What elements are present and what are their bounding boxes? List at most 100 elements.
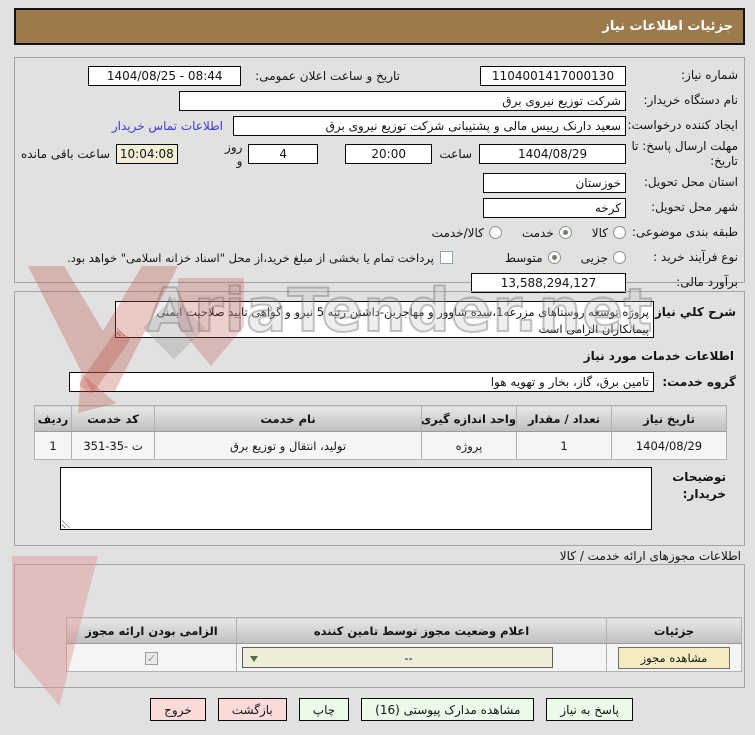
cell-service-code: 351-35- ت (71, 431, 155, 460)
print-button[interactable]: چاپ (298, 698, 350, 721)
radio-goods-service-icon[interactable] (488, 226, 502, 239)
exit-button[interactable]: خروج (150, 698, 206, 721)
service-group-label: گروه خدمت: (662, 375, 736, 389)
radio-service-label: خدمت (521, 225, 554, 240)
province-field[interactable]: خوزستان (483, 172, 626, 193)
license-required-checkbox[interactable]: ✓ (145, 651, 158, 665)
announce-datetime-field[interactable]: 1404/08/25 - 08:44 (88, 65, 242, 86)
col-license-status: اعلام وضعیت مجوز توسط تامین کننده (236, 617, 607, 644)
licenses-table-row: مشاهده مجوز -- ✓ (66, 643, 742, 672)
cell-need-date: 1404/08/29 (611, 431, 727, 460)
licenses-panel: جزئیات اعلام وضعیت مجوز توسط تامین کننده… (14, 564, 745, 688)
cell-license-status: -- (236, 643, 607, 672)
licenses-section-title: اطلاعات مجوزهای ارائه خدمت / کالا (559, 549, 741, 563)
page-title: جزئیات اطلاعات نیاز (14, 8, 745, 45)
announce-datetime-label: تاریخ و ساعت اعلان عمومی: (255, 68, 400, 83)
services-table: تاریخ نیاز تعداد / مقدار واحد اندازه گیر… (34, 405, 727, 460)
city-row: شهر محل تحویل: کرخه (21, 196, 738, 219)
col-service-code: کد خدمت (71, 405, 155, 432)
process-type-label: نوع فرآیند خرید : (653, 250, 738, 264)
province-label: استان محل تحویل: (643, 175, 738, 189)
city-label: شهر محل تحویل: (651, 200, 738, 214)
radio-option-minor[interactable]: جزیی (581, 251, 626, 265)
need-number-row: شماره نیاز: 1104001417000130 تاریخ و ساع… (21, 64, 738, 87)
estimate-label: برآورد مالی: (676, 275, 738, 289)
classification-row: طبقه بندی موضوعی: کالا خدمت کالا/خدمت (21, 221, 738, 244)
process-type-row: نوع فرآیند خرید : جزیی متوسط پرداخت تمام… (21, 246, 738, 269)
resize-grip-icon[interactable] (62, 519, 71, 528)
need-description-label: شرح کلي نیاز: (650, 305, 736, 319)
deadline-label: مهلت ارسال پاسخ: تا تاریخ: (631, 139, 738, 168)
action-bar: پاسخ به نیاز مشاهده مدارک پیوستی (16) چا… (150, 698, 633, 721)
cell-details: مشاهده مجوز (606, 643, 742, 672)
view-license-button[interactable]: مشاهده مجوز (618, 646, 730, 669)
deadline-hour-label: ساعت (439, 147, 473, 161)
radio-option-goods[interactable]: کالا (592, 226, 626, 240)
radio-medium-icon[interactable] (547, 251, 561, 264)
need-description-textarea[interactable]: پروژه توسعه روستاهای مزرعه1،سده شاوور و … (115, 301, 654, 338)
treasury-note: پرداخت تمام یا بخشی از مبلغ خرید،از محل … (67, 250, 434, 265)
need-info-panel: شماره نیاز: 1104001417000130 تاریخ و ساع… (14, 57, 745, 293)
creator-field[interactable]: سعید دارنک رییس مالی و پشتیبانی شرکت توز… (233, 115, 626, 136)
licenses-table-header: جزئیات اعلام وضعیت مجوز توسط تامین کننده… (66, 617, 742, 644)
estimate-field[interactable]: 13,588,294,127 (471, 272, 626, 293)
radio-option-service[interactable]: خدمت (522, 226, 572, 240)
radio-option-medium[interactable]: متوسط (505, 251, 561, 265)
buyer-notes-row: توضیحات خریدار: (19, 467, 726, 530)
service-group-row: گروه خدمت: تامین برق، گاز، بخار و تهویه … (19, 372, 736, 392)
deadline-row: مهلت ارسال پاسخ: تا تاریخ: 1404/08/29 سا… (21, 139, 738, 169)
license-status-value: -- (404, 650, 413, 665)
buyer-name-label: نام دستگاه خریدار: (643, 93, 739, 107)
buyer-name-row: نام دستگاه خریدار: شرکت توزیع نیروی برق (21, 89, 738, 112)
radio-minor-label: جزیی (580, 250, 608, 265)
col-quantity: تعداد / مقدار (516, 405, 612, 432)
radio-option-goods-service[interactable]: کالا/خدمت (432, 226, 502, 240)
radio-service-icon[interactable] (558, 226, 572, 239)
deadline-date-field[interactable]: 1404/08/29 (479, 144, 626, 164)
col-details: جزئیات (606, 617, 742, 644)
page: { "watermark": { "text": "AriaTender.net… (0, 0, 755, 735)
cell-license-required: ✓ (66, 643, 237, 672)
services-table-header: تاریخ نیاز تعداد / مقدار واحد اندازه گیر… (34, 405, 727, 432)
services-table-row: 1404/08/29 1 پروژه تولید، انتقال و توزیع… (34, 431, 727, 460)
buyer-notes-textarea[interactable] (60, 467, 652, 530)
creator-label: ایجاد کننده درخواست: (627, 118, 738, 132)
chevron-down-icon (250, 655, 258, 666)
creator-row: ایجاد کننده درخواست: سعید دارنک رییس مال… (21, 114, 738, 137)
license-status-select[interactable]: -- (242, 647, 553, 668)
cell-quantity: 1 (516, 431, 612, 460)
services-panel: شرح کلي نیاز: پروژه توسعه روستاهای مزرعه… (14, 291, 745, 546)
cell-unit: پروژه (421, 431, 517, 460)
province-row: استان محل تحویل: خوزستان (21, 171, 738, 194)
need-description-row: شرح کلي نیاز: پروژه توسعه روستاهای مزرعه… (19, 301, 736, 338)
col-service-name: نام خدمت (154, 405, 422, 432)
remaining-time-label: ساعت باقی مانده (21, 147, 111, 161)
deadline-time-field[interactable]: 20:00 (344, 144, 433, 164)
back-button[interactable]: بازگشت (217, 698, 287, 721)
cell-service-name: تولید، انتقال و توزیع برق (154, 431, 422, 460)
radio-minor-icon[interactable] (613, 251, 626, 264)
remaining-days-field[interactable]: 4 (248, 144, 318, 164)
page-title-text: جزئیات اطلاعات نیاز (602, 19, 733, 34)
view-attachments-button[interactable]: مشاهده مدارک پیوستی (16) (361, 698, 535, 721)
need-description-text: پروژه توسعه روستاهای مزرعه1،سده شاوور و … (156, 305, 649, 337)
services-section-title: اطلاعات خدمات مورد نیاز (583, 349, 734, 363)
radio-medium-label: متوسط (504, 250, 543, 265)
need-number-label: شماره نیاز: (681, 68, 738, 82)
cell-row-number: 1 (34, 431, 72, 460)
remaining-time-field[interactable]: 10:04:08 (116, 144, 178, 164)
radio-goods-icon[interactable] (613, 226, 626, 239)
respond-button[interactable]: پاسخ به نیاز (546, 698, 633, 721)
classification-label: طبقه بندی موضوعی: (631, 225, 738, 239)
buyer-name-field[interactable]: شرکت توزیع نیروی برق (179, 90, 626, 111)
buyer-contact-link[interactable]: اطلاعات تماس خریدار (112, 119, 223, 133)
treasury-checkbox[interactable] (439, 251, 453, 264)
service-group-field[interactable]: تامین برق، گاز، بخار و تهویه هوا (69, 372, 654, 392)
col-need-date: تاریخ نیاز (611, 405, 727, 432)
resize-grip-icon[interactable] (117, 327, 126, 336)
col-row-number: ردیف (34, 405, 72, 432)
city-field[interactable]: کرخه (483, 197, 626, 218)
col-license-required: الزامی بودن ارائه مجوز (66, 617, 237, 644)
radio-goods-label: کالا (591, 225, 608, 240)
need-number-field[interactable]: 1104001417000130 (480, 65, 626, 86)
